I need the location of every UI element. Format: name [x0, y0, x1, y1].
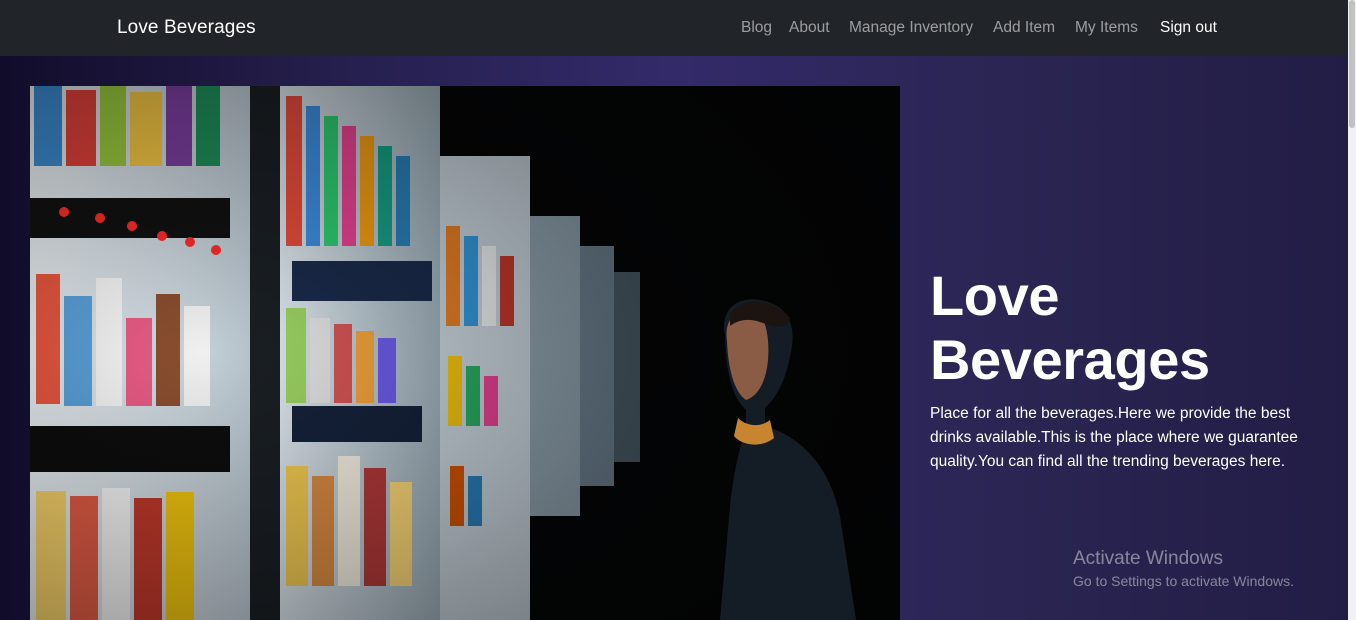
vending-machine-photo-icon: [30, 86, 900, 620]
hero-description: Place for all the beverages.Here we prov…: [930, 405, 1298, 470]
nav-link-add-item[interactable]: Add Item: [993, 19, 1055, 37]
windows-activation-watermark: Activate Windows Go to Settings to activ…: [1073, 548, 1294, 589]
sign-out-button[interactable]: Sign out: [1160, 19, 1217, 37]
brand-link[interactable]: Love Beverages: [117, 17, 256, 39]
top-navbar: Love Beverages Blog About Manage Invento…: [0, 0, 1348, 56]
hero-photo: [30, 86, 900, 620]
nav-link-about[interactable]: About: [789, 19, 830, 37]
hero-banner: Love Beverages Place for all the beverag…: [0, 56, 1348, 620]
watermark-subtitle: Go to Settings to activate Windows.: [1073, 573, 1294, 589]
nav-link-blog[interactable]: Blog: [741, 19, 772, 37]
page-scrollbar[interactable]: [1348, 0, 1356, 620]
scrollbar-thumb[interactable]: [1349, 0, 1355, 128]
nav-link-my-items[interactable]: My Items: [1075, 19, 1138, 37]
hero-title: Love Beverages: [930, 264, 1210, 391]
watermark-title: Activate Windows: [1073, 548, 1223, 569]
nav-link-manage-inventory[interactable]: Manage Inventory: [849, 19, 973, 37]
